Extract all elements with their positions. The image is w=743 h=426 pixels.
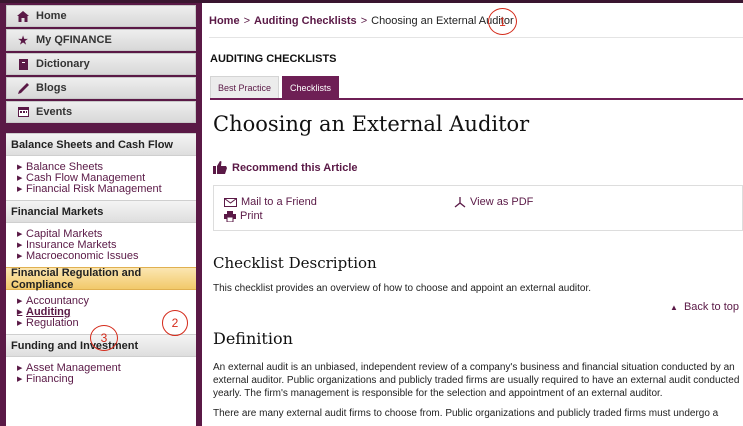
nav-home[interactable]: Home: [6, 5, 196, 27]
category-header-balance-sheets[interactable]: Balance Sheets and Cash Flow: [6, 133, 196, 156]
link-financing[interactable]: ▶ Financing: [17, 374, 196, 385]
envelope-icon: [224, 197, 237, 207]
section-title: AUDITING CHECKLISTS: [210, 53, 337, 65]
breadcrumb-separator: >: [243, 15, 250, 27]
nav-dictionary[interactable]: Dictionary: [6, 53, 196, 75]
mail-label: Mail to a Friend: [241, 196, 317, 208]
link-financial-risk-management[interactable]: ▶ Financial Risk Management: [17, 184, 196, 195]
printer-icon: [224, 210, 236, 222]
nav-blogs[interactable]: Blogs: [6, 77, 196, 99]
annotation-marker-3: 3: [90, 325, 118, 351]
nav-events[interactable]: Events: [6, 101, 196, 123]
breadcrumb-separator: >: [360, 15, 368, 27]
checklist-description-text: This checklist provides an overview of h…: [213, 283, 591, 294]
back-to-top-link[interactable]: ▲ Back to top: [670, 301, 739, 313]
mail-to-friend-link[interactable]: Mail to a Friend: [224, 196, 317, 208]
nav-dictionary-label: Dictionary: [36, 58, 90, 70]
category-list-financial-markets: ▶ Capital Markets ▶ Insurance Markets ▶ Mac…: [6, 223, 196, 267]
thumbs-up-icon: [213, 161, 227, 174]
link-label: Macroeconomic Issues: [26, 250, 139, 262]
triangle-right-icon: ▶: [17, 175, 23, 182]
nav-home-label: Home: [36, 10, 67, 22]
header-divider: [209, 37, 743, 38]
definition-heading: Definition: [213, 329, 293, 348]
annotation-marker-1: 1: [488, 8, 517, 35]
category-list-balance-sheets: ▶ Balance Sheets ▶ Cash Flow Management ▶ F…: [6, 156, 196, 200]
nav-my-qfinance[interactable]: ★ My QFINANCE: [6, 29, 196, 51]
breadcrumb-auditing-checklists[interactable]: Auditing Checklists: [254, 15, 357, 27]
nav-blogs-label: Blogs: [36, 82, 67, 94]
tab-best-practice[interactable]: Best Practice: [210, 76, 280, 98]
triangle-right-icon: ▶: [17, 298, 23, 305]
sidebar: Home ★ My QFINANCE Dictionary Blogs Even…: [0, 3, 202, 426]
star-icon: ★: [18, 34, 28, 47]
triangle-right-icon: ▶: [17, 231, 23, 238]
link-label: Financial Risk Management: [26, 183, 162, 195]
link-label: Financing: [26, 373, 74, 385]
tab-underline: [210, 98, 743, 100]
triangle-right-icon: ▶: [17, 253, 23, 260]
triangle-right-icon: ▶: [17, 309, 23, 316]
triangle-right-icon: ▶: [17, 320, 23, 327]
nav-events-label: Events: [36, 106, 73, 118]
recommend-article-link[interactable]: Recommend this Article: [213, 161, 358, 174]
pdf-label: View as PDF: [470, 196, 534, 208]
link-macroeconomic-issues[interactable]: ▶ Macroeconomic Issues: [17, 251, 196, 262]
pdf-icon: [454, 196, 466, 208]
recommend-label: Recommend this Article: [232, 161, 358, 174]
definition-paragraph-2: There are many external audit firms to c…: [213, 408, 719, 419]
back-to-top-label: Back to top: [683, 301, 739, 313]
book-icon: [16, 58, 30, 70]
page-title: Choosing an External Auditor: [213, 112, 530, 136]
triangle-right-icon: ▶: [17, 376, 23, 383]
triangle-right-icon: ▶: [17, 365, 23, 372]
main-nav: Home ★ My QFINANCE Dictionary Blogs Even…: [6, 5, 196, 125]
calendar-icon: [16, 107, 30, 117]
category-header-financial-markets[interactable]: Financial Markets: [6, 200, 196, 223]
main-content: Home > Auditing Checklists > Choosing an…: [202, 3, 743, 426]
share-box: Mail to a Friend Print View as PDF: [213, 185, 743, 231]
tab-checklists[interactable]: Checklists: [282, 76, 340, 98]
print-link[interactable]: Print: [224, 210, 263, 222]
nav-my-qfinance-label: My QFINANCE: [36, 34, 112, 46]
home-icon: [16, 10, 30, 22]
category-nav: Balance Sheets and Cash Flow ▶ Balance Sh…: [6, 133, 196, 426]
breadcrumb: Home > Auditing Checklists > Choosing an…: [209, 13, 514, 29]
triangle-up-icon: ▲: [670, 302, 678, 312]
view-pdf-link[interactable]: View as PDF: [454, 196, 533, 208]
checklist-description-heading: Checklist Description: [213, 254, 377, 272]
breadcrumb-home[interactable]: Home: [209, 15, 240, 27]
print-label: Print: [240, 210, 263, 222]
definition-paragraph-1: An external audit is an unbiased, indepe…: [213, 362, 740, 399]
annotation-marker-2: 2: [162, 310, 188, 336]
pen-icon: [16, 82, 30, 94]
category-header-financial-regulation[interactable]: Financial Regulation and Compliance: [6, 267, 196, 291]
content-tabs: Best Practice Checklists: [210, 76, 340, 98]
category-list-funding-investment: ▶ Asset Management ▶ Financing: [6, 357, 196, 390]
triangle-right-icon: ▶: [17, 164, 23, 171]
link-label: Regulation: [26, 317, 79, 329]
triangle-right-icon: ▶: [17, 186, 23, 193]
triangle-right-icon: ▶: [17, 242, 23, 249]
